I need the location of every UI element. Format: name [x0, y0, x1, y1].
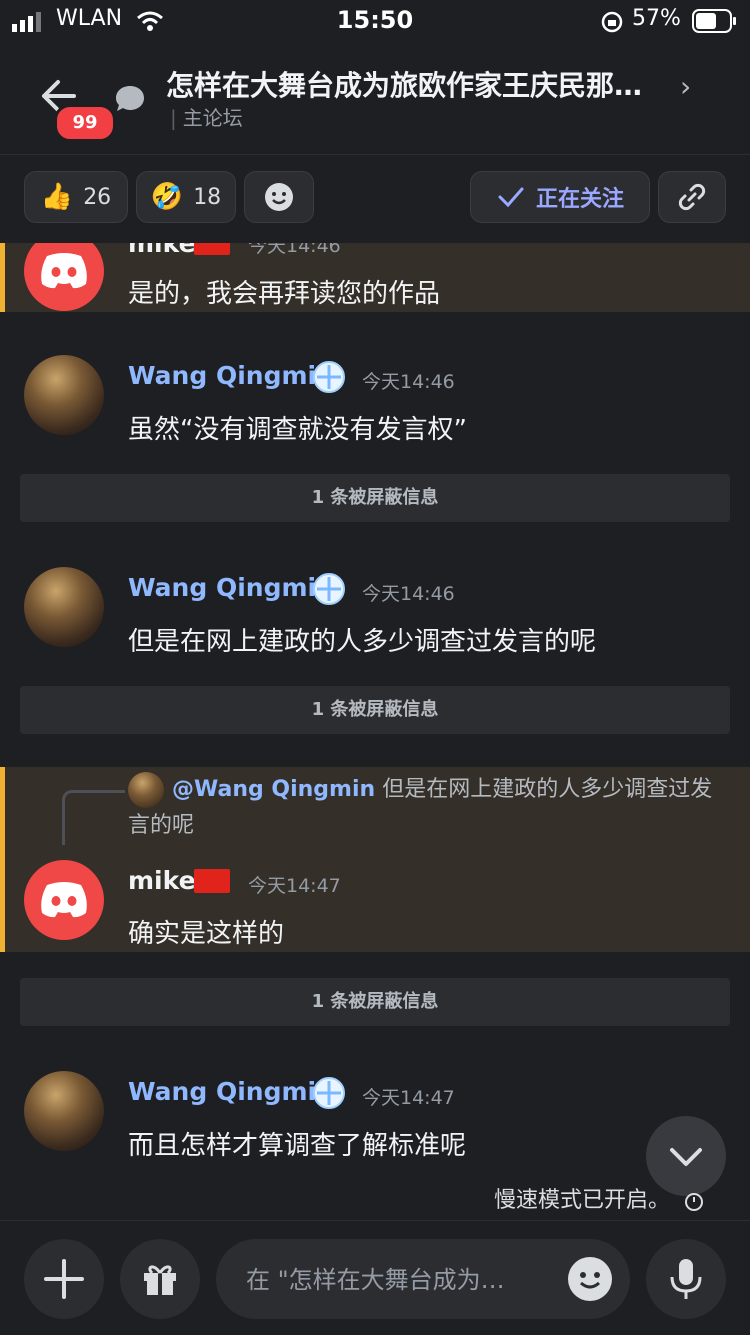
- status-bar: WLAN 15:50 57%: [0, 0, 750, 44]
- thread-bubble-icon: [116, 86, 144, 111]
- role-flag-icon: [194, 869, 230, 893]
- timer-icon: [685, 1193, 704, 1211]
- slowmode-text: 慢速模式已开启。: [494, 1188, 671, 1213]
- author-name[interactable]: Wang Qingmin: [128, 573, 334, 602]
- verified-badge-icon: [313, 361, 345, 393]
- blocked-message-notice[interactable]: 1 条被屏蔽信息: [20, 474, 730, 522]
- message-text[interactable]: 但是在网上建政的人多少调查过发言的呢: [128, 621, 596, 658]
- rotation-lock-icon: [601, 11, 623, 33]
- rofl-icon: 🤣: [150, 182, 184, 212]
- blocked-message-notice[interactable]: 1 条被屏蔽信息: [20, 978, 730, 1026]
- battery-percentage: 57%: [632, 6, 681, 31]
- emoji-picker-button[interactable]: [568, 1257, 612, 1301]
- avatar[interactable]: [24, 860, 104, 940]
- link-icon: [678, 183, 706, 211]
- timestamp: 今天14:46: [362, 583, 455, 605]
- slowmode-notice: 慢速模式已开启。: [494, 1182, 705, 1214]
- rofl-reaction[interactable]: 🤣 18: [136, 171, 236, 223]
- follow-label: 正在关注: [535, 187, 624, 212]
- message-text[interactable]: 虽然“没有调查就没有发言权”: [128, 409, 467, 446]
- author-name[interactable]: Wang Qingmin: [128, 361, 334, 390]
- discord-logo-icon: [41, 253, 87, 289]
- timestamp: 今天14:47: [248, 875, 341, 897]
- thread-title[interactable]: 怎样在大舞台成为旅欧作家王庆民那…: [166, 64, 686, 104]
- thread-header: 99 怎样在大舞台成为旅欧作家王庆民那… › | 主论坛: [0, 44, 750, 155]
- copy-link-button[interactable]: [658, 171, 726, 223]
- message-text[interactable]: 确实是这样的: [128, 913, 284, 950]
- reaction-bar: 👍 26 🤣 18 正在关注: [0, 155, 750, 243]
- gift-icon: [144, 1265, 176, 1295]
- avatar[interactable]: [24, 355, 104, 435]
- channel-subtitle[interactable]: | 主论坛: [170, 102, 243, 131]
- channel-name: 主论坛: [182, 106, 243, 130]
- reply-connector: [62, 790, 125, 845]
- checkmark-icon: [498, 187, 524, 208]
- chevron-right-icon[interactable]: ›: [680, 70, 691, 103]
- author-name[interactable]: mike: [128, 866, 196, 895]
- avatar[interactable]: [24, 1071, 104, 1151]
- message-list[interactable]: mike 今天14:46 是的，我会再拜读您的作品 Wang Qingmin 今…: [0, 243, 750, 1219]
- add-reaction-button[interactable]: [244, 171, 314, 223]
- thumbs-up-count: 26: [83, 184, 112, 210]
- message-input-container[interactable]: [216, 1239, 630, 1319]
- blocked-message-notice[interactable]: 1 条被屏蔽信息: [20, 686, 730, 734]
- message-text[interactable]: 而且怎样才算调查了解标准呢: [128, 1125, 466, 1162]
- verified-badge-icon: [313, 1077, 345, 1109]
- discord-logo-icon: [41, 882, 87, 918]
- composer-bar: [0, 1220, 750, 1335]
- gift-button[interactable]: [120, 1239, 200, 1319]
- author-name[interactable]: Wang Qingmin: [128, 1077, 334, 1106]
- thumbs-up-reaction[interactable]: 👍 26: [24, 171, 128, 223]
- role-flag-icon: [194, 243, 230, 255]
- smiley-icon: [265, 183, 293, 211]
- add-attachment-button[interactable]: [24, 1239, 104, 1319]
- message-input[interactable]: [244, 1259, 538, 1301]
- timestamp: 今天14:46: [362, 371, 455, 393]
- reply-preview[interactable]: @Wang Qingmin 但是在网上建政的人多少调查过发言的呢: [128, 772, 728, 844]
- microphone-icon: [670, 1259, 702, 1299]
- avatar[interactable]: [24, 567, 104, 647]
- unread-badge: 99: [54, 104, 116, 142]
- timestamp: 今天14:46: [248, 243, 341, 257]
- author-name[interactable]: mike: [128, 243, 196, 258]
- rofl-count: 18: [193, 184, 222, 210]
- verified-badge-icon: [313, 573, 345, 605]
- timestamp: 今天14:47: [362, 1087, 455, 1109]
- battery-icon: [692, 9, 736, 33]
- thumbs-up-icon: 👍: [40, 182, 74, 212]
- smiley-icon: [580, 1272, 600, 1289]
- voice-message-button[interactable]: [646, 1239, 726, 1319]
- follow-button[interactable]: 正在关注: [470, 171, 650, 223]
- reply-mention[interactable]: @Wang Qingmin: [172, 777, 375, 802]
- message-text[interactable]: 是的，我会再拜读您的作品: [128, 273, 440, 310]
- plus-icon: [44, 1259, 84, 1299]
